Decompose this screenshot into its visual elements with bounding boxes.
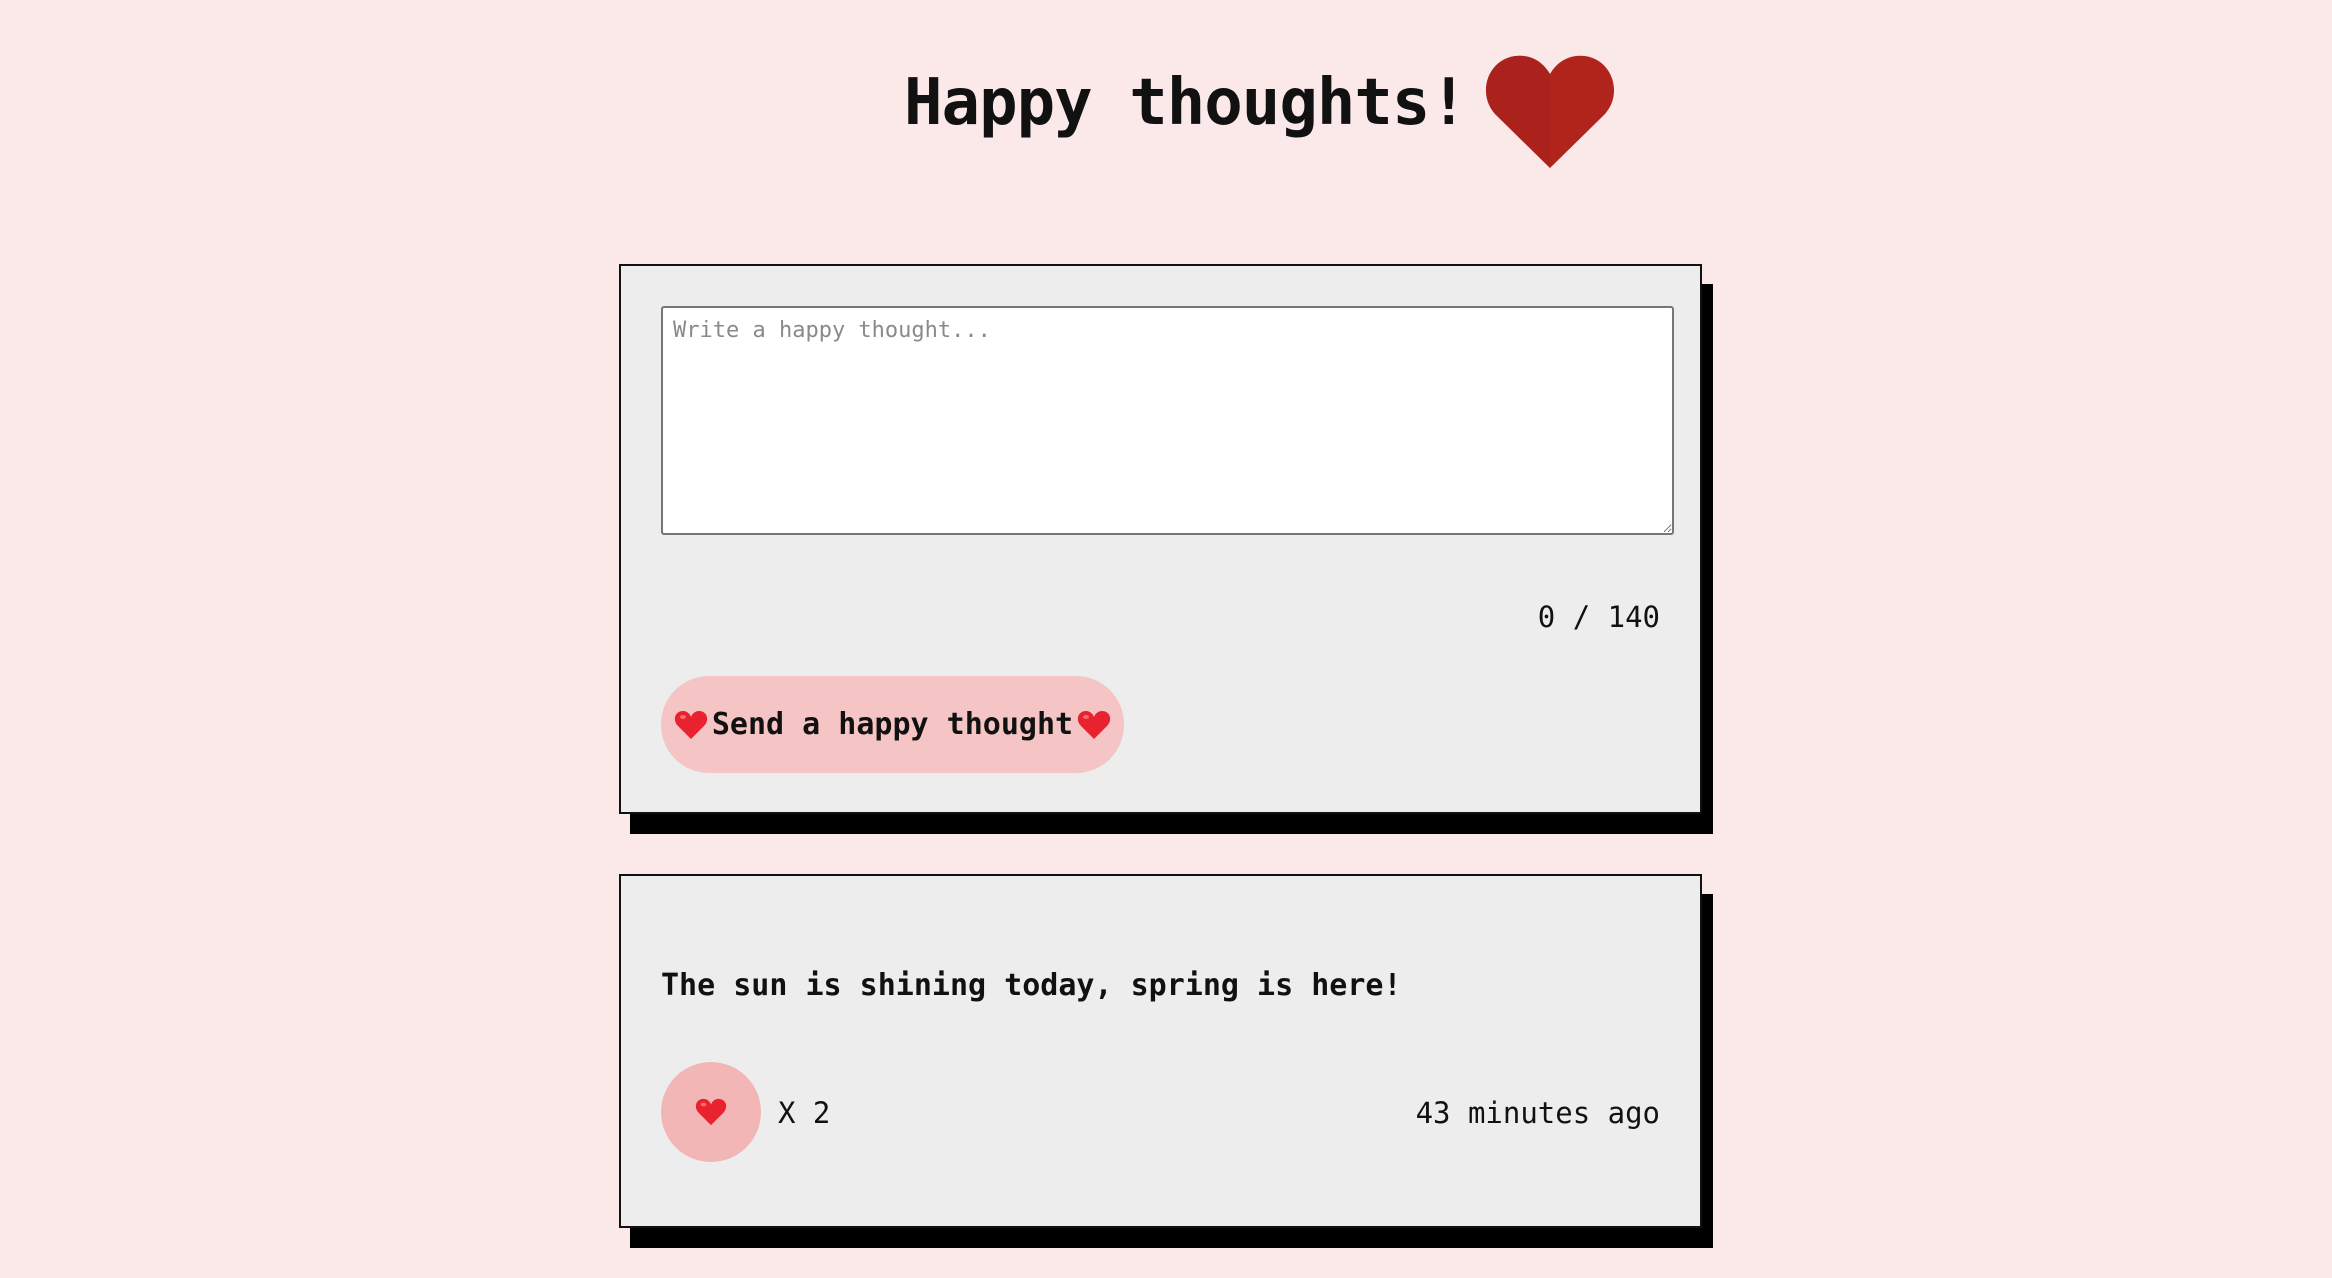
send-button-label: Send a happy thought (711, 707, 1074, 742)
like-count: X 2 (778, 1096, 831, 1130)
character-counter: 0 / 140 (1537, 600, 1660, 634)
heart-icon (1485, 55, 1615, 169)
thought-message: The sun is shining today, spring is here… (661, 968, 1402, 1003)
send-thought-button[interactable]: Send a happy thought (661, 676, 1124, 773)
timestamp: 43 minutes ago (1415, 1096, 1660, 1130)
page: Happy thoughts! 0 / 140 Send a happy tho… (0, 0, 2332, 1278)
heart-emoji-icon (1077, 710, 1111, 739)
new-thought-form: 0 / 140 Send a happy thought (619, 264, 1702, 814)
thought-card: The sun is shining today, spring is here… (619, 874, 1702, 1228)
like-button[interactable] (661, 1062, 761, 1162)
heart-emoji-icon (695, 1098, 727, 1126)
page-title: Happy thoughts! (904, 66, 1468, 140)
heart-emoji-icon (674, 710, 708, 739)
thought-input[interactable] (661, 306, 1674, 535)
header: Happy thoughts! (0, 40, 2332, 180)
